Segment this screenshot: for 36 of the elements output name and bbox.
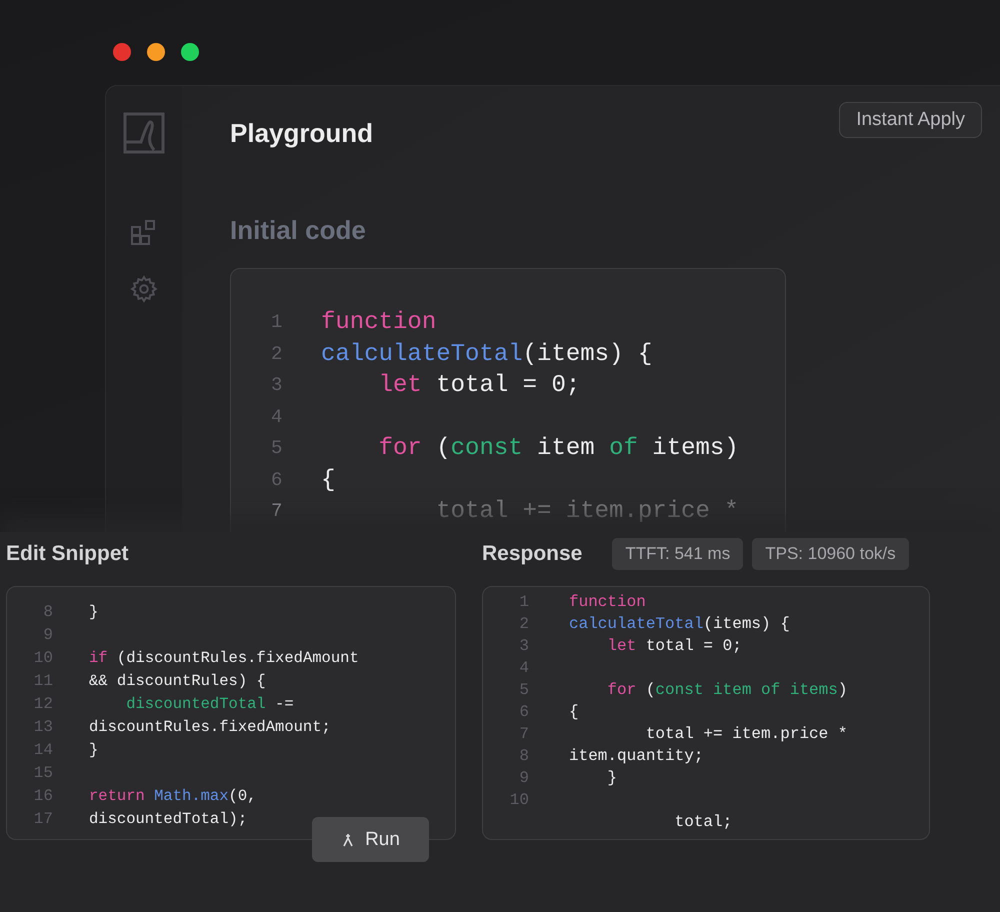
code-line: && discountRules) { [89,671,266,692]
window-control-dot[interactable] [113,43,131,61]
run-icon [341,832,356,846]
code-line: { [569,702,579,723]
panel-heading: Response [482,542,582,566]
metric-badge: TPS: 10960 tok/s [752,538,909,570]
code-line: calculateTotal(items) { [321,340,652,370]
code-line: total; [674,812,732,833]
code-line: total += item.price * [644,724,848,745]
code-line: discountRules.fixedAmount; [89,717,331,738]
code-line: calculateTotal(items) { [569,614,790,635]
code-line: return Math.max(0, [89,786,256,807]
metric-badge: TTFT: 541 ms [612,538,744,570]
window-title: Playground [230,118,374,149]
code-line: if (discountRules.fixedAmount [89,648,359,669]
panel-heading: Edit Snippet [6,542,128,566]
code-line: } [606,768,618,789]
line-number: 7 [270,499,284,524]
code-line: let total = 0; [606,636,742,657]
code-line: discountedTotal -= [125,694,294,715]
code-line: } [89,602,98,623]
code-line: item.quantity; [569,746,704,767]
code-line: let total = 0; [378,371,580,401]
code-line: for (const item of items) [378,434,739,464]
code-line: function [321,308,436,338]
code-line: total += item.price * [435,497,739,527]
code-line: { [321,466,336,496]
code-line: discountedTotal); [89,809,248,830]
code-line: } [89,740,98,761]
code-line: for (const item of items) [606,680,848,701]
section-heading: Initial code [230,215,367,246]
code-line: function [569,592,646,613]
run-button[interactable]: Run [312,817,429,862]
window-control-dot[interactable] [147,43,165,61]
instant-apply-button[interactable]: Instant Apply [839,102,982,138]
window-control-dot[interactable] [181,43,199,61]
